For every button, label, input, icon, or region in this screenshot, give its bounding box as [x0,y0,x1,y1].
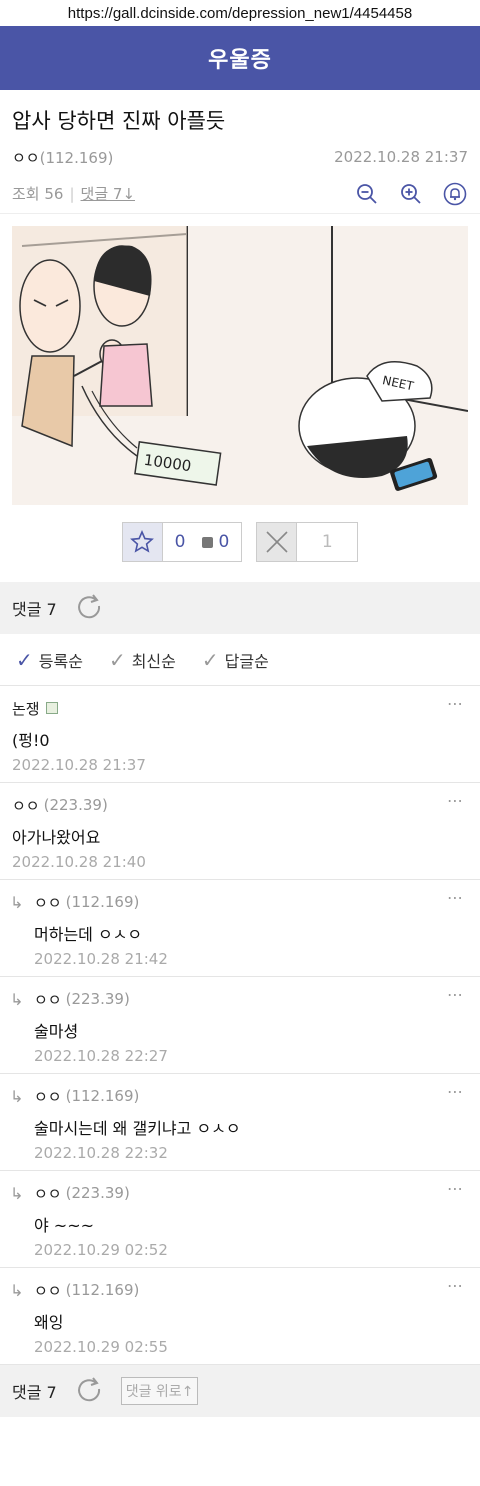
comment-author[interactable]: ㅇㅇ [34,989,62,1010]
comment-text: 술마시는데 왜 갤키냐고 ㅇㅅㅇ [34,1119,241,1138]
reply-arrow-icon: ↳ [10,1184,24,1203]
reply-arrow-icon: ↳ [10,990,24,1009]
comment-time: 2022.10.28 22:32 [34,1144,168,1162]
post-author-ip: (112.169) [39,148,114,167]
comment-time: 2022.10.28 21:37 [12,756,146,774]
comment-time: 2022.10.29 02:55 [34,1338,168,1356]
scroll-to-comments-button[interactable]: 댓글 위로↑ [120,1377,199,1405]
zoom-in-icon[interactable] [398,181,424,207]
gallery-header: 우울증 [0,26,480,90]
reply-item: ↳ ㅇㅇ (223.39) ⋯ 술마셩 2022.10.28 22:27 [0,977,480,1074]
more-dots-icon[interactable]: ⋯ [447,888,464,907]
comment-ip: (112.169) [65,1087,140,1105]
post-title: 압사 당하면 진짜 아플듯 [12,109,226,133]
checkmark-icon: ✓ [201,647,219,672]
fix-icon [201,536,213,548]
comment-list: 논쟁 ⋯ (펑!0 2022.10.28 21:37 ㅇㅇ (223.39) ⋯ … [0,686,480,1365]
comment-text: 머하는데 ㅇㅅㅇ [34,925,143,944]
reply-arrow-icon: ↳ [10,893,24,912]
reply-arrow-icon: ↳ [10,1281,24,1300]
recommend-bar: 0 0 1 [0,522,480,564]
comment-time: 2022.10.28 21:42 [34,950,168,968]
sort-label: 답글순 [224,651,269,671]
sort-label: 최신순 [131,651,176,671]
upvote-count: 0 [174,532,186,552]
sort-by-registered[interactable]: ✓ 등록순 [16,648,83,672]
more-dots-icon[interactable]: ⋯ [447,1276,464,1295]
comment-ip: (223.39) [43,796,108,814]
comment-ip: (223.39) [65,1184,130,1202]
comment-ip: (112.169) [65,1281,140,1299]
url-text: https://gall.dcinside.com/depression_new… [67,4,413,22]
reply-item: ↳ ㅇㅇ (112.169) ⋯ 왜잉 2022.10.29 02:55 [0,1268,480,1365]
bell-icon[interactable] [442,181,468,207]
url-bar[interactable]: https://gall.dcinside.com/depression_new… [0,0,480,26]
comment-author[interactable]: ㅇㅇ [34,1280,62,1301]
downvote-count: 1 [321,532,333,552]
gallery-title[interactable]: 우울증 [208,42,272,74]
refresh-icon[interactable] [75,592,103,624]
comments-header: 댓글 7 [0,582,480,634]
fixed-nick-icon [45,702,58,714]
more-dots-icon[interactable]: ⋯ [447,791,464,810]
comment-author[interactable]: ㅇㅇ [34,892,62,913]
sort-by-latest[interactable]: ✓ 최신순 [109,648,176,672]
zoom-out-icon[interactable] [354,181,380,207]
comment-text: (펑!0 [12,731,50,750]
post-date: 2022.10.28 21:37 [334,148,468,166]
comment-item: ㅇㅇ (223.39) ⋯ 아가나왔어요 2022.10.28 21:40 [0,783,480,880]
more-dots-icon[interactable]: ⋯ [447,1179,464,1198]
comment-text: 아가나왔어요 [12,828,101,847]
comments-count-label: 댓글 7 [12,1383,57,1402]
post-author: ㅇㅇ [12,148,40,167]
sort-by-replies[interactable]: ✓ 답글순 [202,648,269,672]
post-image-cartoon: 10000 NEET [12,226,468,505]
comments-footer: 댓글 7 댓글 위로↑ [0,1365,480,1417]
reply-item: ↳ ㅇㅇ (112.169) ⋯ 술마시는데 왜 갤키냐고 ㅇㅅㅇ 2022.10… [0,1074,480,1171]
comment-author[interactable]: ㅇㅇ [34,1086,62,1107]
fix-count: 0 [218,532,230,552]
stats-divider: | [69,184,75,203]
more-dots-icon[interactable]: ⋯ [447,1082,464,1101]
comment-ip: (112.169) [65,893,140,911]
comment-text: 야 ~~~ [34,1216,95,1235]
comment-sort-options: ✓ 등록순 ✓ 최신순 ✓ 답글순 [0,634,480,686]
star-icon[interactable] [122,523,163,561]
post-meta: ㅇㅇ(112.169) 2022.10.28 21:37 [0,140,480,174]
reply-arrow-icon: ↳ [10,1087,24,1106]
upvote-box[interactable]: 0 0 [121,522,243,562]
comment-text: 왜잉 [34,1313,64,1332]
view-count: 조회 56 [12,185,64,203]
checkmark-icon: ✓ [108,647,126,672]
downvote-box[interactable]: 1 [256,522,359,562]
comment-item: 논쟁 ⋯ (펑!0 2022.10.28 21:37 [0,686,480,783]
comment-time: 2022.10.28 21:40 [12,853,146,871]
x-icon[interactable] [257,523,298,561]
comment-text: 술마셩 [34,1022,79,1041]
more-dots-icon[interactable]: ⋯ [447,985,464,1004]
more-dots-icon[interactable]: ⋯ [447,694,464,713]
post-stats: 조회 56 | 댓글 7↓ [0,174,480,214]
comment-author[interactable]: ㅇㅇ [34,1183,62,1204]
reply-item: ↳ ㅇㅇ (112.169) ⋯ 머하는데 ㅇㅅㅇ 2022.10.28 21:4… [0,880,480,977]
sort-label: 등록순 [38,651,83,671]
comment-ip: (223.39) [65,990,130,1008]
comment-time: 2022.10.28 22:27 [34,1047,168,1065]
reply-item: ↳ ㅇㅇ (223.39) ⋯ 야 ~~~ 2022.10.29 02:52 [0,1171,480,1268]
refresh-icon[interactable] [75,1375,103,1407]
comment-time: 2022.10.29 02:52 [34,1241,168,1259]
comments-count-label: 댓글 7 [12,600,57,619]
checkmark-icon: ✓ [16,647,33,672]
comment-author[interactable]: 논쟁 [12,698,40,719]
post-author-block[interactable]: ㅇㅇ(112.169) [12,147,113,168]
comment-author[interactable]: ㅇㅇ [12,795,40,816]
comments-link[interactable]: 댓글 7↓ [81,183,135,204]
